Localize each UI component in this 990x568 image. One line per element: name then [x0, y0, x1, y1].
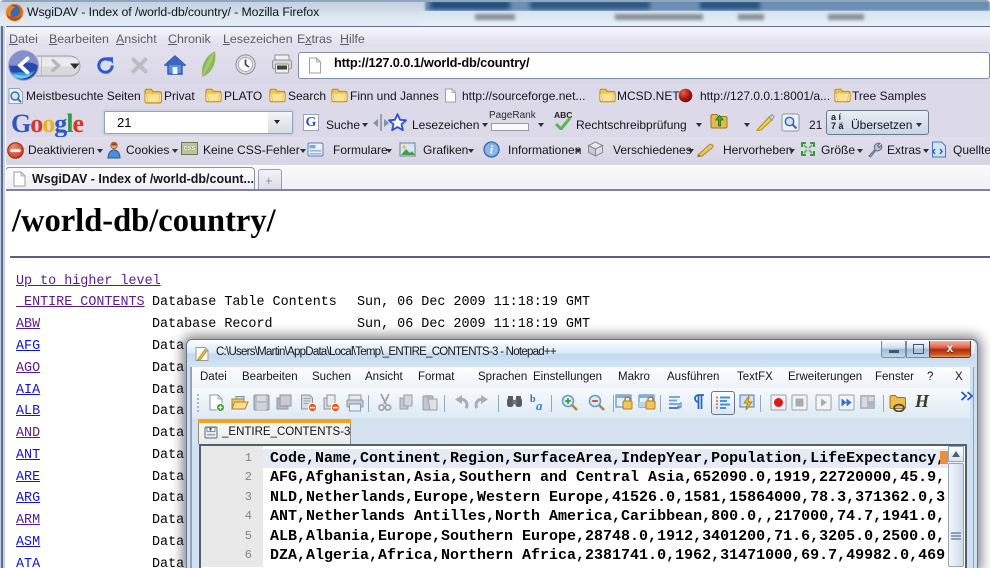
svg-text:a: a — [536, 398, 543, 412]
